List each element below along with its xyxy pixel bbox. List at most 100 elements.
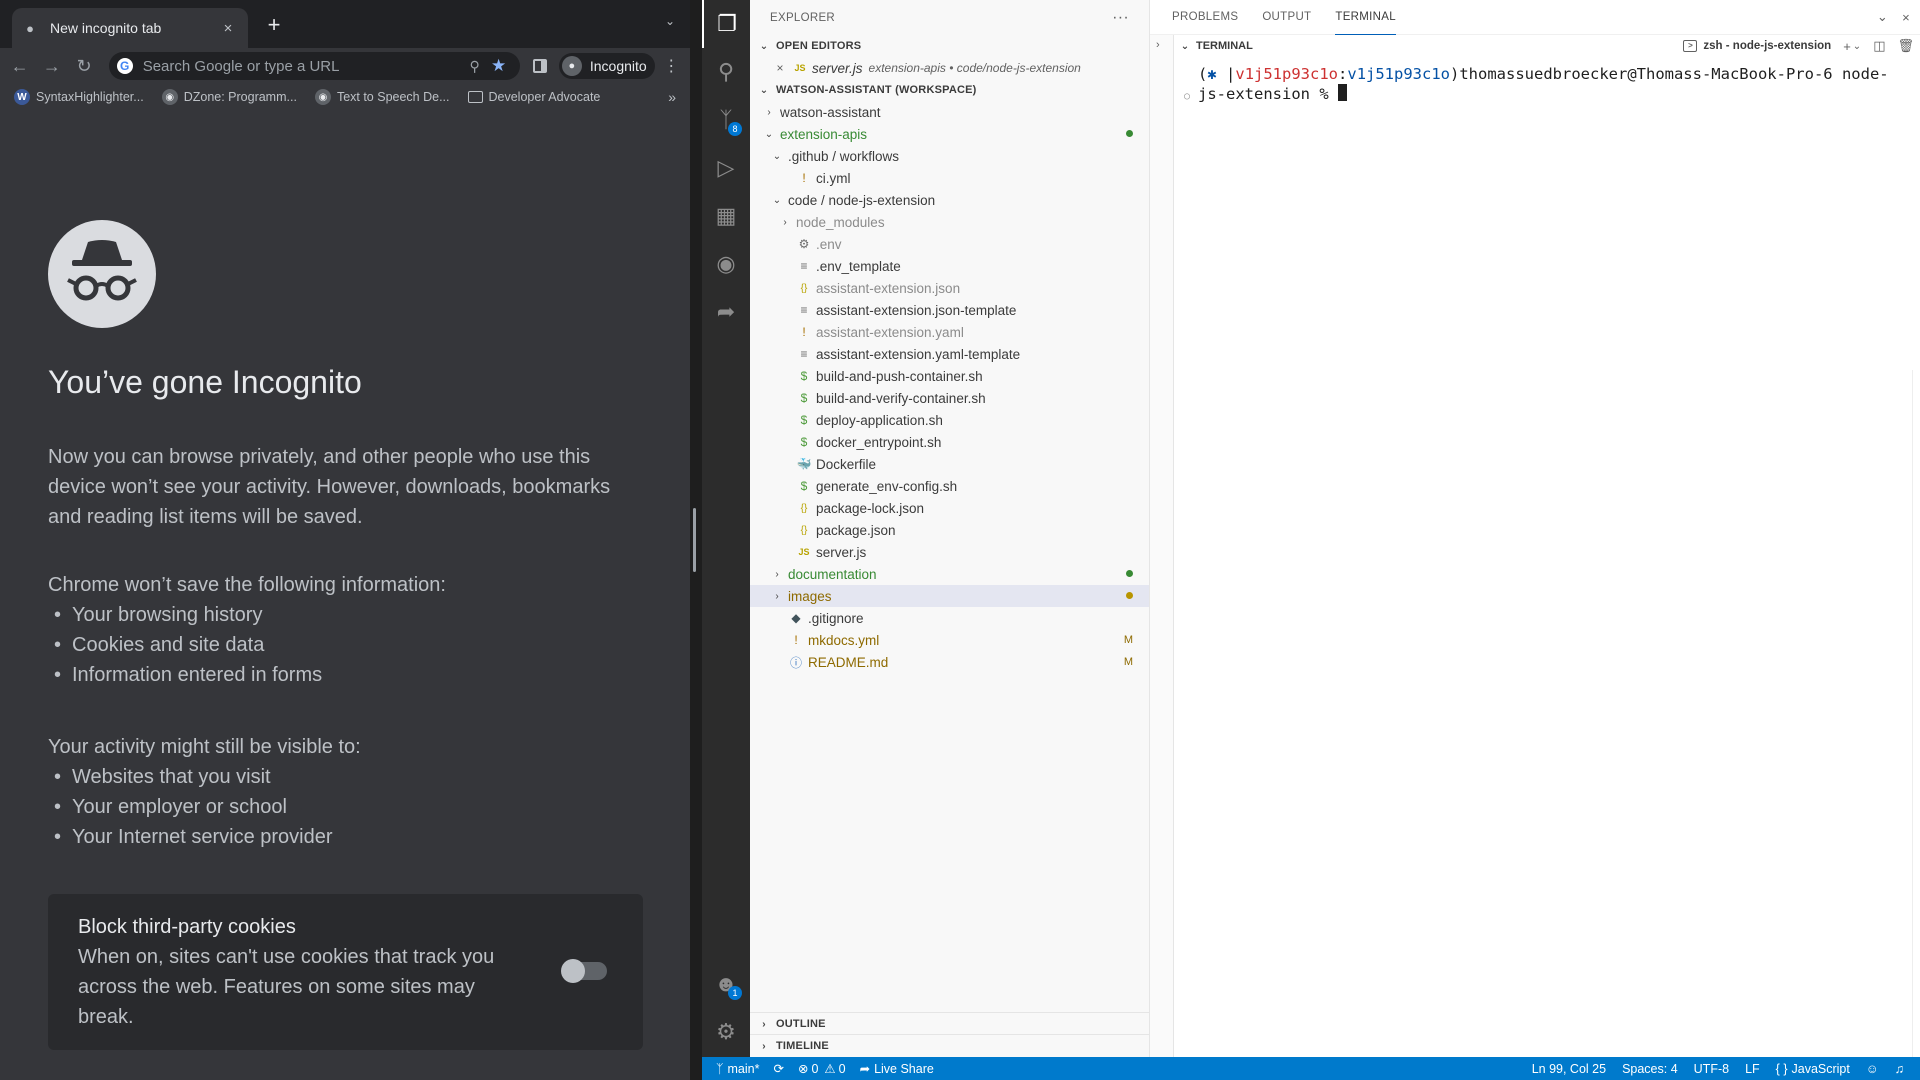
tree-file[interactable]: ⚙ .env	[750, 233, 1149, 255]
block-cookies-toggle[interactable]	[561, 959, 607, 983]
bookmarks-overflow-icon[interactable]: »	[668, 89, 676, 105]
new-tab-button[interactable]: +	[260, 12, 288, 40]
tree-file[interactable]: ⓘ README.md M	[750, 651, 1149, 673]
split-terminal-icon[interactable]: ◫	[1873, 38, 1885, 54]
tree-file[interactable]: ◆ .gitignore	[750, 607, 1149, 629]
language-mode[interactable]: { } JavaScript	[1776, 1062, 1850, 1076]
extensions-icon[interactable]: ▦	[702, 192, 750, 240]
chevron-down-icon[interactable]: ⌄	[1178, 41, 1192, 52]
workspace-header[interactable]: ⌄ WATSON-ASSISTANT (WORKSPACE)	[750, 79, 1149, 101]
open-editors-header[interactable]: ⌄ OPEN EDITORS	[750, 35, 1149, 57]
chevron-right-icon[interactable]: ›	[1156, 39, 1160, 51]
omnibox[interactable]: G Search Google or type a URL ⚲ ★	[108, 52, 520, 80]
tab-terminal[interactable]: TERMINAL	[1335, 0, 1396, 35]
tree-file[interactable]: $ docker_entrypoint.sh	[750, 431, 1149, 453]
tab-output[interactable]: OUTPUT	[1262, 0, 1311, 35]
accounts-icon[interactable]: ☻ 1	[702, 960, 750, 1008]
tree-folder[interactable]: › images	[750, 585, 1149, 607]
tab-new-incognito[interactable]: ● New incognito tab ×	[12, 8, 248, 48]
bookmark-dzone[interactable]: ◉ DZone: Programm...	[161, 89, 297, 105]
tab-close-icon[interactable]: ×	[218, 20, 238, 37]
run-debug-icon[interactable]: ▷	[702, 144, 750, 192]
forward-icon[interactable]: →	[38, 52, 65, 80]
tree-file[interactable]: {} package-lock.json	[750, 497, 1149, 519]
tree-file[interactable]: ≡ assistant-extension.yaml-template	[750, 343, 1149, 365]
feedback-icon[interactable]: ☺	[1866, 1062, 1879, 1076]
tree-folder[interactable]: ⌄ extension-apis	[750, 123, 1149, 145]
trash-icon[interactable]: 🗑	[1897, 38, 1914, 54]
side-panel-icon[interactable]	[528, 53, 553, 79]
bookmark-folder-developer-advocate[interactable]: Developer Advocate	[467, 90, 600, 104]
more-actions-icon[interactable]: ···	[1112, 9, 1129, 27]
encoding-status[interactable]: UTF-8	[1694, 1062, 1729, 1076]
tree-file[interactable]: 🐳 Dockerfile	[750, 453, 1149, 475]
tree-folder[interactable]: ⌄ code / node-js-extension	[750, 189, 1149, 211]
cursor-position[interactable]: Ln 99, Col 25	[1532, 1062, 1606, 1076]
tree-file[interactable]: $ generate_env-config.sh	[750, 475, 1149, 497]
timeline-title: TIMELINE	[776, 1040, 829, 1052]
tab-search-icon[interactable]: ⌄	[660, 14, 680, 34]
timeline-header[interactable]: › TIMELINE	[750, 1035, 1150, 1057]
bookmark-star-icon[interactable]: ★	[486, 56, 512, 76]
notifications-bell-icon[interactable]: ♫	[1895, 1062, 1904, 1076]
tree-file[interactable]: $ build-and-push-container.sh	[750, 365, 1149, 387]
indentation-status[interactable]: Spaces: 4	[1622, 1062, 1678, 1076]
incognito-page: You’ve gone Incognito Now you can browse…	[0, 110, 690, 1080]
tree-folder[interactable]: ⌄ .github / workflows	[750, 145, 1149, 167]
block-cookies-card: Block third-party cookies When on, sites…	[48, 894, 643, 1050]
reload-icon[interactable]: ↻	[70, 52, 97, 80]
tree-file[interactable]: {} package.json	[750, 519, 1149, 541]
menu-icon[interactable]: ⋮	[659, 56, 684, 76]
settings-gear-icon[interactable]: ⚙	[702, 1008, 750, 1056]
new-terminal-icon[interactable]: +	[1843, 39, 1851, 54]
page-scrollbar[interactable]	[693, 508, 696, 572]
open-editor-path: extension-apis • code/node-js-extension	[868, 61, 1081, 75]
outline-section[interactable]: › OUTLINE	[750, 1012, 1150, 1035]
problems-status[interactable]: ⊗ 0 ⚠ 0	[798, 1061, 846, 1077]
terminal-shell-name[interactable]: zsh - node-js-extension	[1703, 40, 1831, 52]
tree-item-label: extension-apis	[780, 126, 868, 142]
outline-header[interactable]: › OUTLINE	[750, 1013, 1150, 1035]
tree-file[interactable]: ≡ .env_template	[750, 255, 1149, 277]
tree-file[interactable]: $ build-and-verify-container.sh	[750, 387, 1149, 409]
zoom-icon[interactable]: ⚲	[464, 58, 486, 75]
tree-file[interactable]: JS server.js	[750, 541, 1149, 563]
tree-folder[interactable]: › watson-assistant	[750, 101, 1149, 123]
chevron-down-icon[interactable]: ⌄	[1853, 41, 1861, 52]
timeline-section[interactable]: › TIMELINE	[750, 1034, 1150, 1057]
tree-folder[interactable]: › documentation	[750, 563, 1149, 585]
bookmark-label: SyntaxHighlighter...	[36, 90, 144, 104]
close-panel-icon[interactable]: ×	[1902, 10, 1910, 25]
source-control-icon[interactable]: ᛉ8	[702, 96, 750, 144]
bookmark-text-to-speech[interactable]: ◉ Text to Speech De...	[314, 89, 450, 105]
close-icon[interactable]: ×	[772, 61, 788, 75]
github-icon[interactable]: ◉	[702, 240, 750, 288]
tree-item-label: watson-assistant	[780, 104, 881, 120]
google-icon: G	[116, 58, 133, 74]
tree-folder[interactable]: › node_modules	[750, 211, 1149, 233]
open-editor-item[interactable]: × JS server.js extension-apis • code/nod…	[750, 57, 1149, 79]
chevron-down-icon[interactable]: ⌄	[1877, 9, 1888, 25]
omnibox-input[interactable]: Search Google or type a URL	[143, 58, 464, 75]
terminal-output[interactable]: (✱ |v1j51p93c1o:v1j51p93c1o)thomassuedbr…	[1184, 64, 1914, 107]
live-share-status[interactable]: ➦ Live Share	[860, 1061, 934, 1077]
bookmark-syntaxhighlighter[interactable]: W SyntaxHighlighter...	[14, 89, 144, 105]
tree-item-label: docker_entrypoint.sh	[816, 434, 942, 450]
sync-icon[interactable]: ⟳	[773, 1061, 783, 1076]
tree-file[interactable]: ≡ assistant-extension.json-template	[750, 299, 1149, 321]
branch-status[interactable]: ᛉ main*	[716, 1062, 759, 1076]
tree-file[interactable]: ! assistant-extension.yaml	[750, 321, 1149, 343]
search-icon[interactable]: ⚲	[702, 48, 750, 96]
live-share-icon[interactable]: ➦	[702, 288, 750, 336]
eol-status[interactable]: LF	[1745, 1062, 1760, 1076]
explorer-icon[interactable]: ❐	[702, 0, 750, 48]
tree-file[interactable]: ! ci.yml	[750, 167, 1149, 189]
incognito-profile-button[interactable]: ● Incognito	[558, 53, 655, 79]
terminal-scroll-track[interactable]	[1912, 370, 1920, 1057]
tree-file[interactable]: $ deploy-application.sh	[750, 409, 1149, 431]
file-type-icon: ⚙	[798, 237, 810, 251]
back-icon[interactable]: ←	[6, 52, 33, 80]
tree-file[interactable]: ! mkdocs.yml M	[750, 629, 1149, 651]
tab-problems[interactable]: PROBLEMS	[1172, 0, 1238, 35]
tree-file[interactable]: {} assistant-extension.json	[750, 277, 1149, 299]
